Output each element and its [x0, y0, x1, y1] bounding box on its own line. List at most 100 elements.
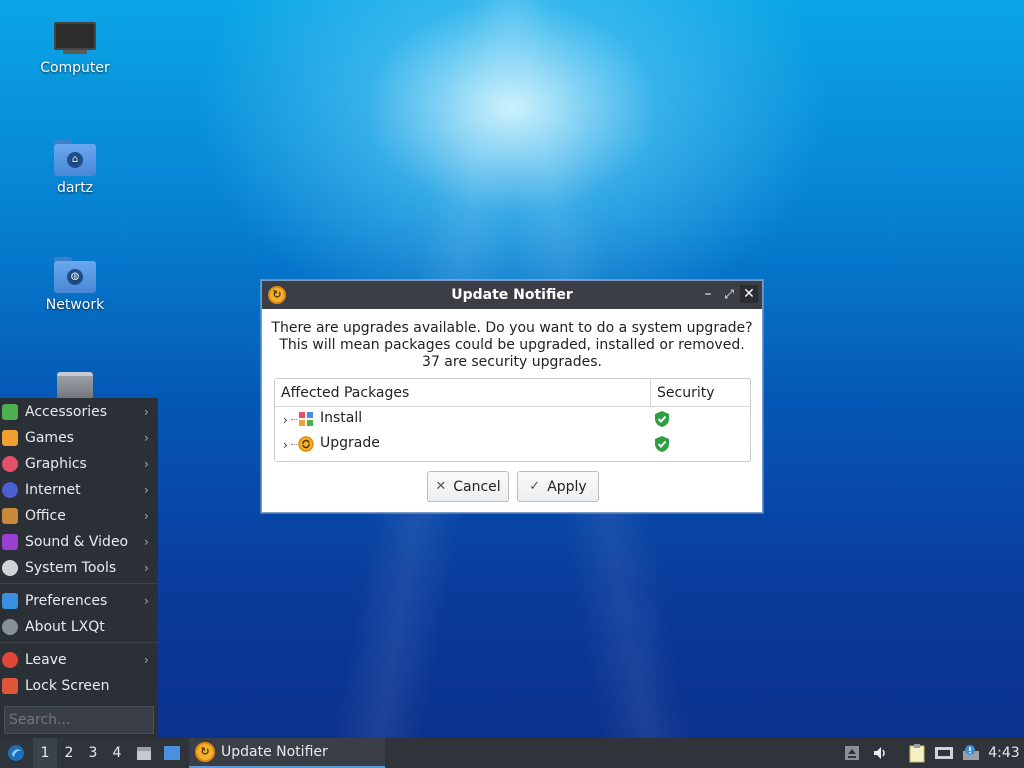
lxqt-logo-icon	[8, 745, 24, 761]
cancel-button[interactable]: ✕ Cancel	[427, 471, 509, 502]
menu-separator	[0, 642, 158, 643]
expand-arrow-icon[interactable]: ›	[283, 413, 288, 427]
table-row[interactable]: › Upgrade	[275, 432, 750, 457]
chevron-right-icon: ›	[144, 535, 149, 549]
network-folder-icon: ◍	[54, 257, 96, 293]
menu-item-sound-video[interactable]: Sound & Video ›	[0, 529, 158, 555]
start-menu: Accessories › Games › Graphics › Interne…	[0, 398, 158, 738]
menu-item-label: Office	[25, 508, 66, 524]
sound-video-icon	[2, 534, 18, 550]
menu-item-label: Graphics	[25, 456, 87, 472]
tree-connector	[291, 444, 297, 445]
chevron-right-icon: ›	[144, 561, 149, 575]
workspace-4[interactable]: 4	[105, 738, 129, 768]
menu-separator	[0, 583, 158, 584]
install-icon	[299, 412, 313, 426]
chevron-right-icon: ›	[144, 509, 149, 523]
expand-arrow-icon[interactable]: ›	[283, 438, 288, 452]
menu-item-label: Lock Screen	[25, 678, 110, 694]
menu-item-system-tools[interactable]: System Tools ›	[0, 555, 158, 581]
update-notifier-icon: ↻	[195, 742, 215, 762]
menu-item-office[interactable]: Office ›	[0, 503, 158, 529]
row-label: Upgrade	[320, 435, 380, 451]
workspace-3[interactable]: 3	[81, 738, 105, 768]
leave-icon	[2, 652, 18, 668]
column-header-security[interactable]: Security	[651, 379, 750, 406]
menu-item-label: System Tools	[25, 560, 117, 576]
preferences-icon	[2, 593, 18, 609]
internet-icon	[2, 482, 18, 498]
accessories-icon	[2, 404, 18, 420]
workspace-2[interactable]: 2	[57, 738, 81, 768]
message-line: 37 are security upgrades.	[422, 354, 602, 370]
close-icon: ✕	[435, 479, 447, 494]
dialog-titlebar[interactable]: ↻ Update Notifier – ⤢ ✕	[262, 281, 762, 309]
message-line: This will mean packages could be upgrade…	[279, 337, 745, 353]
taskbar-task-update-notifier[interactable]: ↻ Update Notifier	[189, 738, 385, 768]
chevron-right-icon: ›	[144, 483, 149, 497]
update-notifier-dialog: ↻ Update Notifier – ⤢ ✕ There are upgrad…	[261, 280, 763, 513]
column-header-packages[interactable]: Affected Packages	[275, 379, 651, 406]
affected-packages-table: Affected Packages Security › Install › U…	[274, 378, 751, 462]
lock-icon	[2, 678, 18, 694]
apply-button[interactable]: ✓ Apply	[517, 471, 599, 502]
system-tools-icon	[2, 560, 18, 576]
tree-connector	[291, 419, 297, 420]
chevron-right-icon: ›	[144, 431, 149, 445]
update-alert-icon[interactable]	[961, 745, 981, 761]
office-icon	[2, 508, 18, 524]
app-menu-button[interactable]	[4, 738, 28, 768]
desktop-icon-label: Network	[45, 297, 105, 313]
file-manager-launcher[interactable]	[133, 738, 155, 768]
workspace-1[interactable]: 1	[33, 738, 57, 768]
file-manager-icon	[137, 747, 151, 760]
menu-item-lock-screen[interactable]: Lock Screen	[0, 673, 158, 699]
menu-item-preferences[interactable]: Preferences ›	[0, 588, 158, 614]
menu-item-internet[interactable]: Internet ›	[0, 477, 158, 503]
table-row[interactable]: › Install	[275, 407, 750, 432]
network-icon[interactable]	[934, 745, 954, 761]
home-folder-icon: ⌂	[54, 140, 96, 176]
menu-item-leave[interactable]: Leave ›	[0, 647, 158, 673]
chevron-right-icon: ›	[144, 405, 149, 419]
table-header: Affected Packages Security	[275, 379, 750, 407]
desktop-icon-label: Computer	[40, 60, 110, 76]
minimize-icon[interactable]: –	[699, 285, 717, 303]
message-line: There are upgrades available. Do you wan…	[271, 320, 753, 336]
menu-search-input[interactable]	[4, 706, 154, 734]
desktop-icon-network[interactable]: ◍ Network	[20, 257, 130, 313]
volume-icon[interactable]	[872, 745, 888, 761]
security-shield-icon	[655, 411, 669, 427]
apply-button-label: Apply	[547, 478, 587, 495]
menu-item-label: Accessories	[25, 404, 108, 420]
menu-item-label: Leave	[25, 652, 67, 668]
menu-item-accessories[interactable]: Accessories ›	[0, 399, 158, 425]
menu-item-label: About LXQt	[25, 619, 105, 635]
menu-item-about[interactable]: About LXQt	[0, 614, 158, 640]
chevron-right-icon: ›	[144, 653, 149, 667]
computer-icon	[54, 22, 96, 56]
maximize-icon[interactable]: ⤢	[720, 285, 738, 303]
close-icon[interactable]: ✕	[740, 285, 758, 303]
desktop-icon-label: dartz	[56, 180, 94, 196]
menu-item-graphics[interactable]: Graphics ›	[0, 451, 158, 477]
chevron-right-icon: ›	[144, 457, 149, 471]
taskbar: 1 2 3 4 ↻ Update Notifier 4:43	[0, 738, 1024, 768]
show-desktop-icon	[164, 746, 180, 760]
clipboard-icon[interactable]	[908, 743, 926, 763]
eject-icon[interactable]	[844, 745, 860, 761]
desktop-icon-home[interactable]: ⌂ dartz	[20, 140, 130, 196]
chevron-right-icon: ›	[144, 594, 149, 608]
menu-item-games[interactable]: Games ›	[0, 425, 158, 451]
menu-item-label: Preferences	[25, 593, 108, 609]
checkmark-icon: ✓	[529, 479, 541, 494]
dialog-message: There are upgrades available. Do you wan…	[262, 320, 762, 371]
clock[interactable]: 4:43	[986, 738, 1022, 768]
desktop-icon-computer[interactable]: Computer	[20, 22, 130, 76]
menu-item-label: Games	[25, 430, 74, 446]
graphics-icon	[2, 456, 18, 472]
security-shield-icon	[655, 436, 669, 452]
upgrade-icon	[298, 436, 314, 452]
about-icon	[2, 619, 18, 635]
show-desktop-button[interactable]	[161, 738, 183, 768]
